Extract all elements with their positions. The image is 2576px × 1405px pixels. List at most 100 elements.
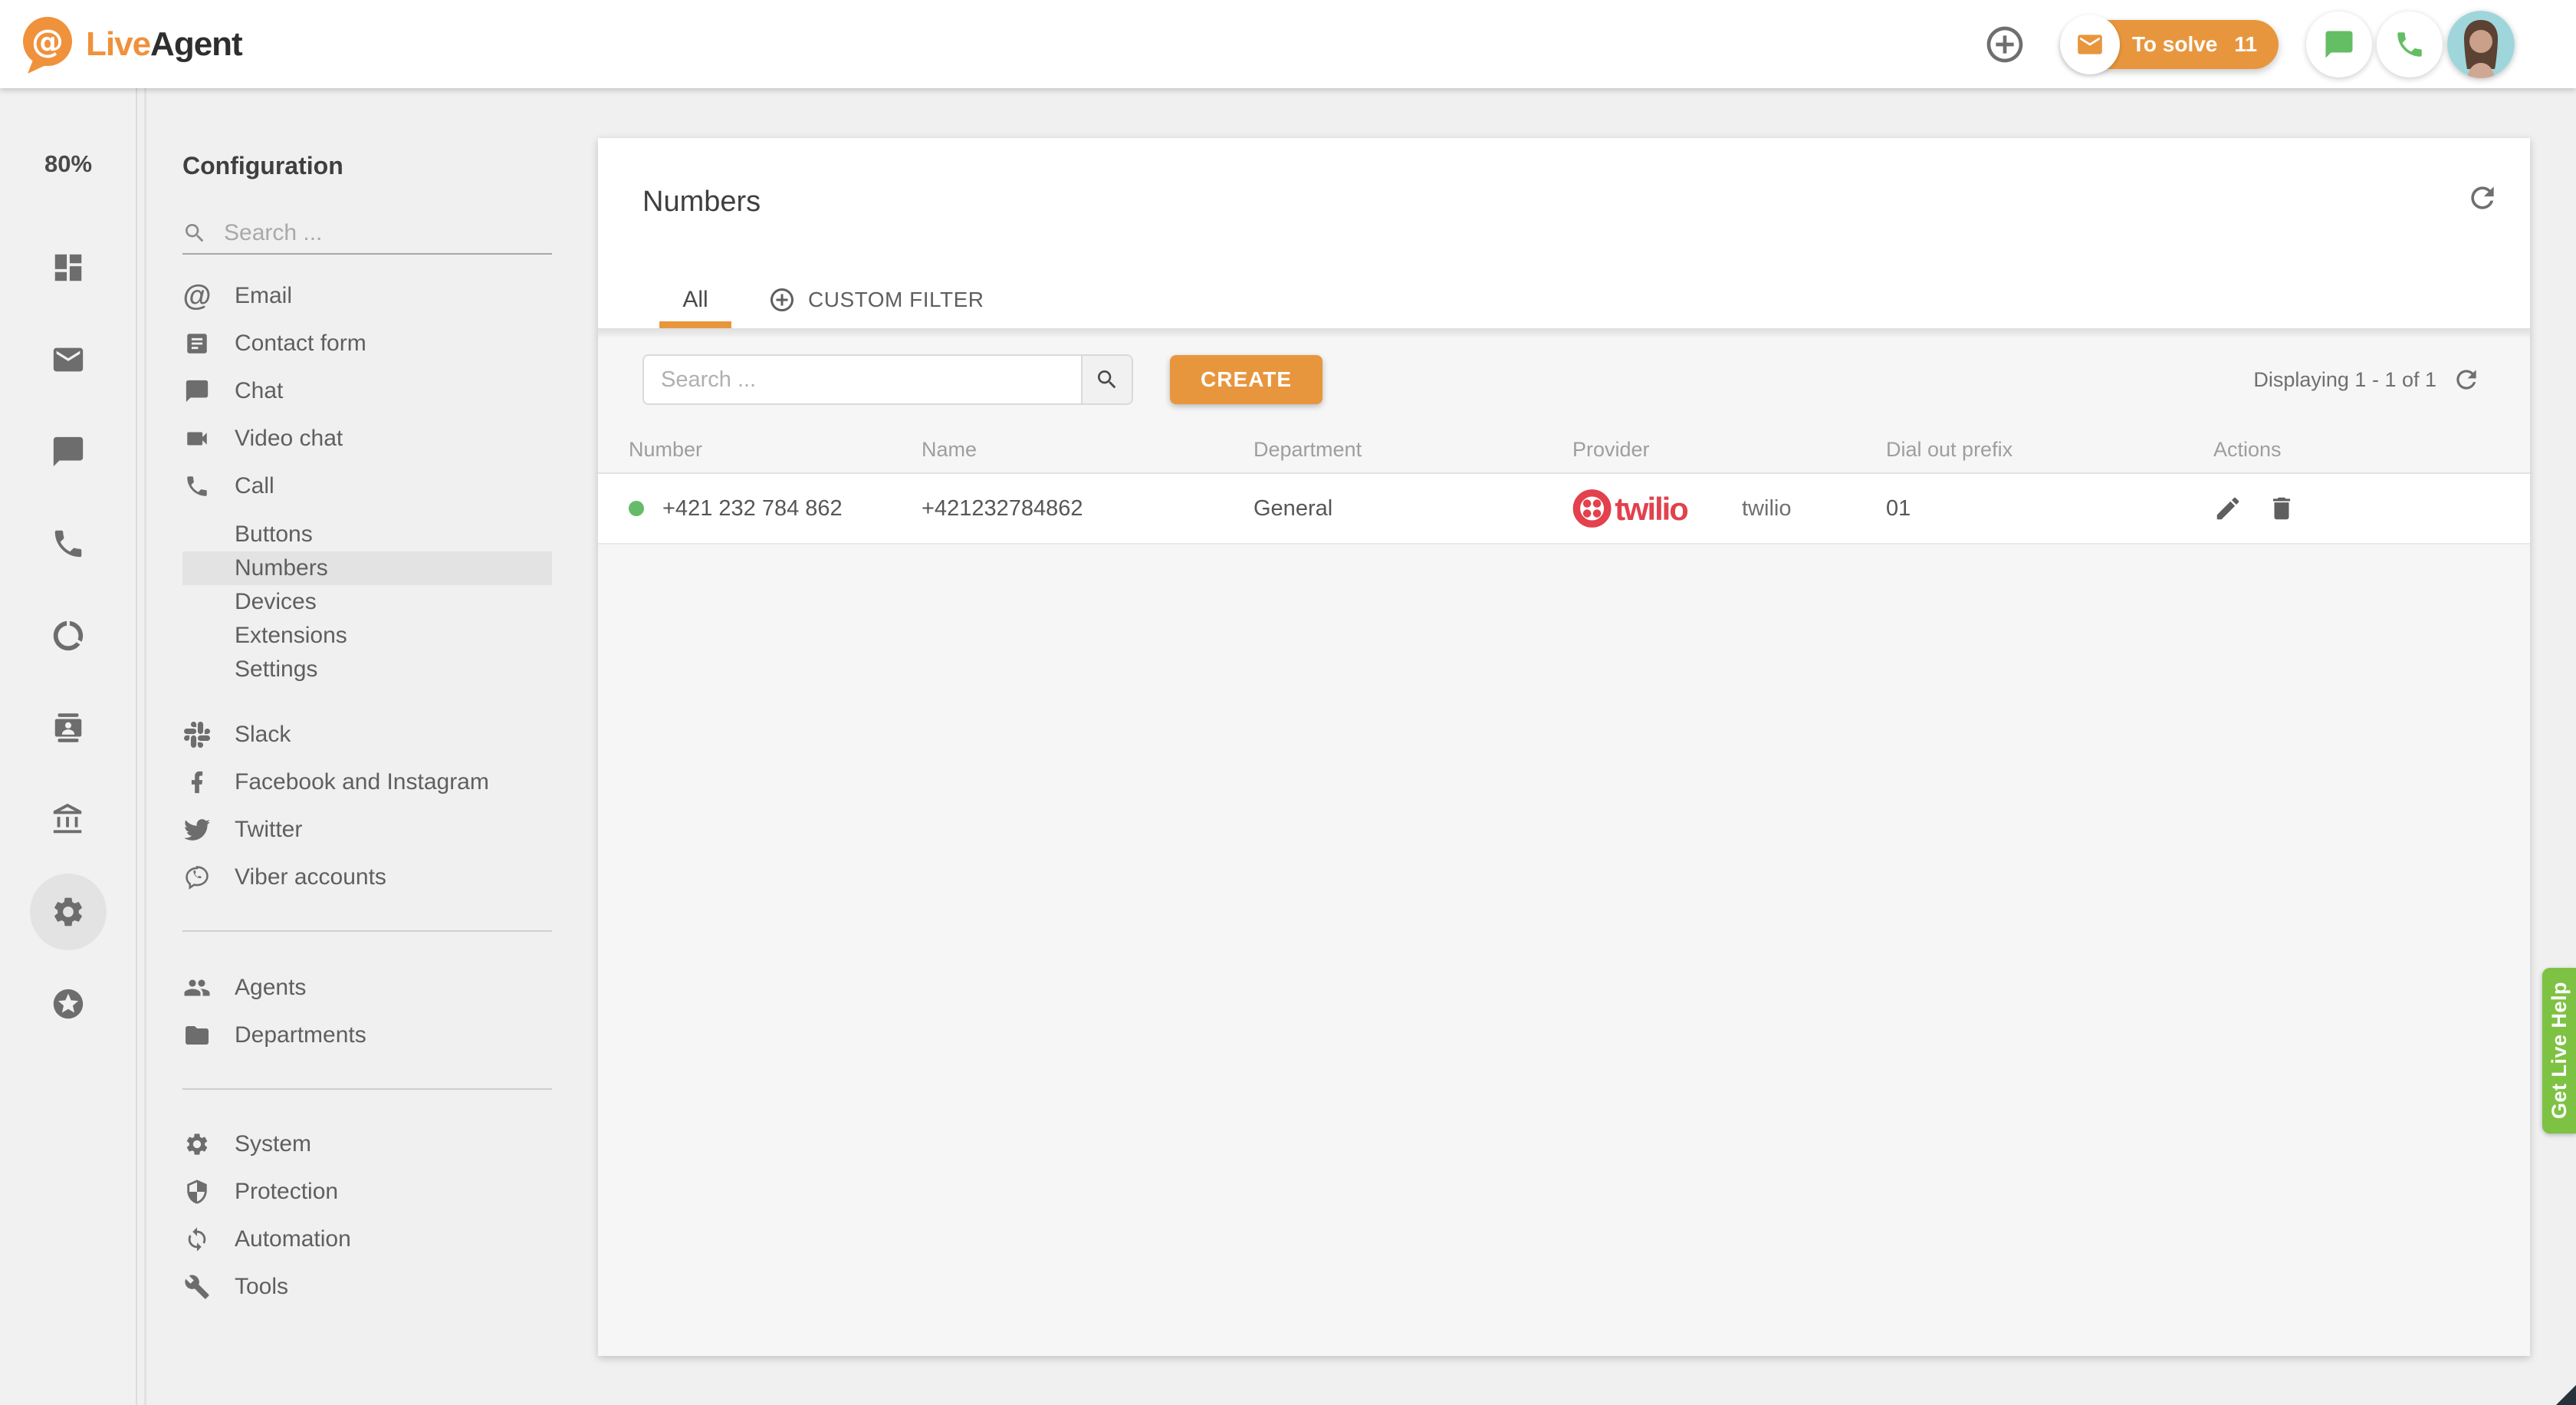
email-icon [51, 342, 86, 377]
get-live-help-label: Get Live Help [2547, 982, 2571, 1120]
calls-button[interactable] [2377, 11, 2443, 77]
sidebar-divider [182, 1088, 552, 1090]
sidebar-item-chat[interactable]: Chat [182, 367, 552, 415]
sidebar-item-label: Agents [235, 975, 307, 1000]
list-search-input[interactable] [644, 356, 1081, 403]
chats-button[interactable] [2306, 11, 2372, 77]
tab-label: All [682, 287, 708, 312]
gear-icon [51, 894, 86, 930]
slack-icon [182, 722, 212, 748]
rail-configuration-button[interactable] [30, 874, 107, 950]
sidebar-item-buttons[interactable]: Buttons [182, 518, 552, 551]
user-avatar[interactable] [2447, 10, 2515, 78]
brand-text: LiveAgent [86, 25, 243, 63]
liveagent-logo[interactable]: @ LiveAgent [14, 12, 243, 77]
envelope-icon [2059, 14, 2120, 74]
provider-cell: twilio twilio [1572, 488, 1886, 529]
chat-bubble-icon [2323, 28, 2355, 61]
rail-social-button[interactable] [30, 597, 107, 674]
edit-icon[interactable] [2213, 494, 2242, 523]
sidebar-item-label: Numbers [235, 555, 328, 581]
sidebar-item-label: Chat [235, 378, 284, 403]
column-header-provider: Provider [1572, 437, 1650, 461]
page-title: Numbers [642, 186, 761, 218]
numbers-table: Number Name Department Provider Dial out… [598, 426, 2530, 545]
phone-icon [51, 526, 86, 561]
sidebar-item-twitter[interactable]: Twitter [182, 806, 552, 854]
star-circle-icon [51, 986, 86, 1022]
sidebar-item-email[interactable]: @ Email [182, 272, 552, 320]
sidebar-item-protection[interactable]: Protection [182, 1168, 552, 1216]
people-icon [182, 974, 212, 1002]
rail-dashboard-button[interactable] [30, 229, 107, 306]
config-sidebar-scrollbar[interactable] [144, 88, 146, 1405]
sidebar-item-viber[interactable]: Viber accounts [182, 854, 552, 901]
document-icon [182, 331, 212, 357]
config-search [182, 213, 552, 255]
actions-cell [2213, 494, 2530, 523]
tab-all[interactable]: All [659, 271, 731, 328]
tab-label: CUSTOM FILTER [808, 288, 984, 311]
to-solve-button[interactable]: To solve 11 [2059, 14, 2279, 74]
sidebar-item-label: Twitter [235, 817, 303, 842]
sidebar-item-label: Protection [235, 1179, 339, 1204]
panel-header: Numbers All CUSTOM FILTER [598, 138, 2530, 328]
liveagent-bubble-icon: @ [14, 12, 78, 77]
sidebar-item-label: Buttons [235, 522, 313, 547]
chat-icon [51, 434, 86, 469]
sidebar-item-contact-form[interactable]: Contact form [182, 320, 552, 367]
refresh-list-button[interactable] [2452, 365, 2481, 394]
column-header-name: Name [922, 437, 978, 461]
delete-icon[interactable] [2267, 494, 2296, 523]
table-row: +421 232 784 862 +421232784862 General t… [598, 474, 2530, 545]
name-cell: +421232784862 [922, 495, 1083, 521]
get-live-help-button[interactable]: Get Live Help [2542, 968, 2576, 1134]
sidebar-item-video-chat[interactable]: Video chat [182, 415, 552, 462]
rail-billing-button[interactable] [30, 781, 107, 858]
number-cell: +421 232 784 862 [629, 496, 922, 522]
refresh-panel-button[interactable] [2466, 181, 2499, 219]
search-submit-button[interactable] [1081, 356, 1132, 403]
department-cell: General [1254, 495, 1333, 521]
phone-icon [182, 473, 212, 499]
sync-icon [182, 1226, 212, 1252]
sidebar-item-facebook-instagram[interactable]: Facebook and Instagram [182, 758, 552, 806]
rail-chats-button[interactable] [30, 413, 107, 490]
contact-card-icon [51, 710, 86, 745]
search-icon [182, 221, 207, 245]
sidebar-item-departments[interactable]: Departments [182, 1012, 552, 1059]
sidebar-item-slack[interactable]: Slack [182, 711, 552, 758]
sidebar-item-label: Call [235, 473, 274, 498]
tab-custom-filter[interactable]: CUSTOM FILTER [768, 271, 984, 328]
sidebar-item-numbers[interactable]: Numbers [182, 551, 552, 585]
svg-text:twilio: twilio [1615, 491, 1687, 527]
shield-icon [182, 1179, 212, 1205]
twilio-logo: twilio [1572, 488, 1707, 529]
status-dot-online [629, 501, 644, 516]
top-bar: @ LiveAgent To solve 11 [0, 0, 2576, 88]
sidebar-item-automation[interactable]: Automation [182, 1216, 552, 1263]
add-new-button[interactable] [1983, 23, 2026, 66]
config-search-input[interactable] [224, 220, 552, 246]
column-header-actions: Actions [2213, 437, 2282, 461]
sidebar-item-settings[interactable]: Settings [182, 653, 552, 686]
sidebar-item-system[interactable]: System [182, 1120, 552, 1168]
sidebar-item-extensions[interactable]: Extensions [182, 619, 552, 653]
dial-out-prefix-cell: 01 [1886, 495, 1911, 521]
to-solve-label: To solve [2131, 31, 2218, 56]
rail-items [30, 229, 107, 1042]
sidebar-item-devices[interactable]: Devices [182, 585, 552, 619]
bank-icon [51, 802, 86, 837]
create-button[interactable]: CREATE [1170, 355, 1323, 404]
list-toolbar: CREATE Displaying 1 - 1 of 1 [642, 328, 2481, 405]
rail-customers-button[interactable] [30, 689, 107, 766]
viber-icon [182, 864, 212, 890]
sidebar-item-call[interactable]: Call [182, 462, 552, 510]
sidebar-item-agents[interactable]: Agents [182, 964, 552, 1012]
rail-tickets-button[interactable] [30, 321, 107, 398]
sidebar-item-label: Contact form [235, 331, 366, 356]
circled-plus-icon [768, 286, 796, 314]
rail-gamification-button[interactable] [30, 966, 107, 1042]
sidebar-item-tools[interactable]: Tools [182, 1263, 552, 1311]
rail-calls-button[interactable] [30, 505, 107, 582]
